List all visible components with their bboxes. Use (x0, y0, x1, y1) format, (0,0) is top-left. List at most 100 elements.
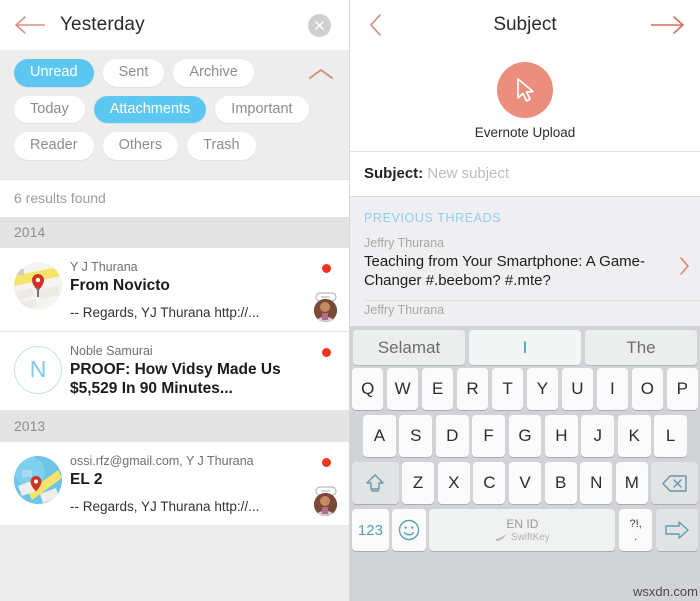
key-b[interactable]: B (544, 462, 577, 504)
key-f[interactable]: F (472, 415, 506, 457)
sender-name: Noble Samurai (70, 343, 153, 358)
emoji-smiley-icon[interactable] (392, 509, 426, 551)
forward-arrow-icon[interactable] (648, 14, 686, 36)
suggestion-1[interactable]: Selamat (353, 330, 465, 365)
filter-chip-unread[interactable]: Unread (14, 59, 94, 87)
attachment-card[interactable]: Evernote Upload (350, 50, 700, 152)
keyboard-row-2: A S D F G H J K L (350, 415, 700, 462)
message-subject: EL 2 (70, 470, 103, 488)
filter-chip-trash[interactable]: Trash (187, 132, 256, 160)
app-screen: Yesterday Unread Sent Archive Today Atta… (0, 0, 700, 601)
key-r[interactable]: R (456, 368, 489, 410)
key-a[interactable]: A (363, 415, 396, 457)
section-header-2013: 2013 (0, 410, 349, 442)
key-s[interactable]: S (399, 415, 433, 457)
thread-sender: Jeffry Thurana (364, 303, 445, 318)
key-j[interactable]: J (581, 415, 615, 457)
key-p[interactable]: P (666, 368, 699, 410)
key-k[interactable]: K (617, 415, 651, 457)
message-content: ossi.rfz@gmail.com, Y J Thurana EL 2 -- … (70, 454, 335, 514)
subject-input[interactable]: Subject: New subject (350, 152, 700, 197)
filter-chip-sent[interactable]: Sent (102, 59, 165, 87)
thread-subject: Teaching from Your Smartphone: A Game-Ch… (364, 253, 645, 290)
key-e[interactable]: E (421, 368, 454, 410)
filter-chip-reader[interactable]: Reader (14, 132, 94, 160)
chevron-right-icon[interactable] (678, 256, 690, 276)
keyboard-row-1: Q W E R T Y U I O P (350, 368, 700, 415)
filter-row-1: Unread Sent Archive (14, 59, 335, 87)
chevron-up-icon[interactable] (306, 66, 336, 82)
close-icon[interactable] (308, 14, 331, 37)
key-q[interactable]: Q (351, 368, 384, 410)
table-row[interactable]: Y J Thurana From Novicto -- Regards, YJ … (0, 247, 349, 332)
page-title: Subject (493, 14, 557, 35)
unread-dot-icon (322, 263, 331, 273)
swiftkey-label: SwiftKey (510, 532, 550, 543)
key-c[interactable]: C (473, 462, 506, 504)
map-thumbnail-icon (14, 455, 62, 504)
on-screen-keyboard: Selamat I The Q W E R T Y U I O P A S D … (350, 326, 700, 601)
key-y[interactable]: Y (526, 368, 559, 410)
message-snippet: -- Regards, YJ Thurana http://... (70, 499, 260, 514)
attachment-label: Evernote Upload (474, 125, 576, 140)
chevron-left-icon[interactable] (368, 13, 384, 37)
filter-row-2: Today Attachments Important (14, 95, 335, 123)
suggestion-3[interactable]: The (585, 330, 697, 365)
numbers-key[interactable]: 123 (352, 509, 389, 551)
page-title: Yesterday (60, 14, 145, 35)
key-n[interactable]: N (580, 462, 613, 504)
key-m[interactable]: M (615, 462, 648, 504)
back-arrow-icon[interactable] (14, 14, 50, 36)
key-d[interactable]: D (435, 415, 469, 457)
filter-chips: Unread Sent Archive Today Attachments Im… (0, 50, 349, 179)
sender-name: Y J Thurana (70, 259, 138, 274)
subject-placeholder: New subject (427, 165, 510, 182)
punctuation-key[interactable]: ?!, . (618, 509, 653, 551)
punctuation-bottom-label: . (634, 530, 638, 543)
section-header-2014: 2014 (0, 216, 349, 248)
space-key[interactable]: EN ID SwiftKey (429, 509, 616, 551)
avatar-initial: N (14, 345, 62, 394)
left-header: Yesterday (0, 0, 349, 50)
key-l[interactable]: L (654, 415, 688, 457)
key-w[interactable]: W (386, 368, 419, 410)
filter-row-3: Reader Others Trash (14, 132, 335, 160)
key-h[interactable]: H (544, 415, 578, 457)
key-o[interactable]: O (631, 368, 664, 410)
enter-arrow-icon[interactable] (655, 509, 698, 551)
filter-chip-others[interactable]: Others (102, 132, 179, 160)
unread-dot-icon (322, 347, 331, 357)
previous-threads-header: PREVIOUS THREADS (364, 211, 502, 225)
contact-photo-icon (314, 298, 337, 322)
contact-photo-icon (314, 493, 337, 516)
message-list-pane: Yesterday Unread Sent Archive Today Atta… (0, 0, 350, 601)
cursor-arrow-icon (497, 62, 553, 118)
message-subject: From Novicto (70, 276, 170, 294)
backspace-icon[interactable] (651, 462, 699, 504)
table-row[interactable]: ossi.rfz@gmail.com, Y J Thurana EL 2 -- … (0, 441, 349, 526)
map-thumbnail-icon (14, 261, 62, 310)
key-x[interactable]: X (437, 462, 470, 504)
filter-chip-today[interactable]: Today (14, 95, 85, 123)
shift-up-icon[interactable] (351, 462, 399, 504)
key-z[interactable]: Z (402, 462, 435, 504)
filter-chip-archive[interactable]: Archive (173, 59, 254, 87)
key-t[interactable]: T (491, 368, 524, 410)
sender-name: ossi.rfz@gmail.com, Y J Thurana (70, 453, 254, 468)
filter-chip-attachments[interactable]: Attachments (93, 95, 207, 123)
avatar: N (14, 344, 70, 399)
subject-label: Subject: (364, 165, 424, 182)
table-row[interactable]: N Noble Samurai PROOF: How Vidsy Made Us… (0, 331, 349, 411)
filter-chip-important[interactable]: Important (215, 95, 309, 123)
key-g[interactable]: G (508, 415, 542, 457)
thread-sender: Jeffry Thurana (364, 236, 445, 250)
compose-pane: Subject Evernote Upload Subject: New sub… (350, 0, 700, 601)
punctuation-top-label: ?!, (629, 517, 642, 530)
key-i[interactable]: I (596, 368, 629, 410)
avatar (14, 454, 70, 514)
avatar (14, 260, 70, 320)
key-v[interactable]: V (508, 462, 542, 504)
key-u[interactable]: U (561, 368, 594, 410)
list-item[interactable]: Jeffry Thurana Teaching from Your Smartp… (350, 234, 700, 300)
suggestion-2[interactable]: I (469, 330, 581, 365)
